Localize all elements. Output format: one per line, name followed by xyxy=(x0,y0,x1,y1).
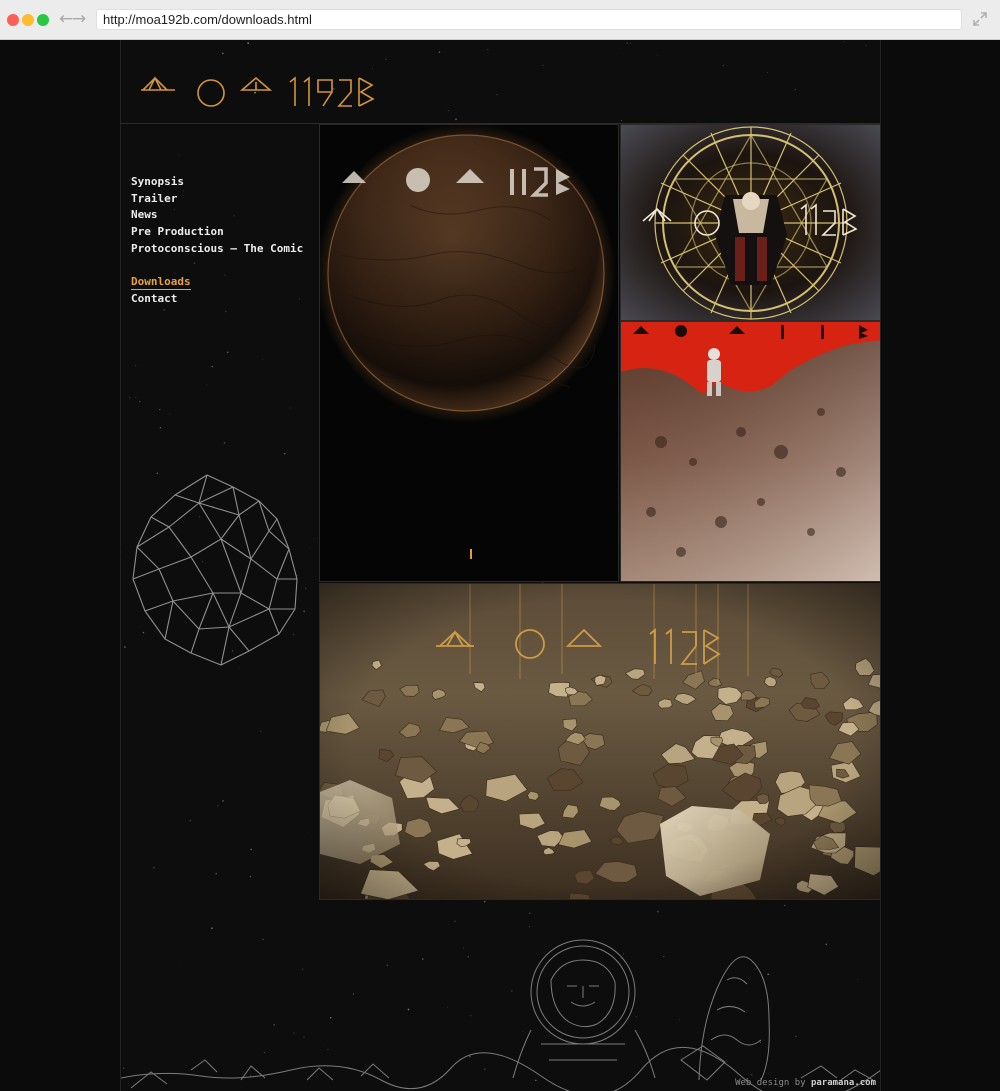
nav-item-comic[interactable]: Protoconscious — The Comic xyxy=(131,241,303,258)
forward-arrow-icon[interactable]: → xyxy=(72,9,86,29)
site-header xyxy=(121,40,880,124)
download-portal-poster[interactable] xyxy=(620,124,880,321)
moa192b-logo[interactable] xyxy=(139,48,379,122)
main-nav: Synopsis Trailer News Pre Production Pro… xyxy=(131,174,303,308)
nav-item-label: Synopsis xyxy=(131,175,184,188)
download-planet-poster[interactable] xyxy=(319,124,619,582)
astronaut-image xyxy=(621,322,880,581)
download-astronaut-poster[interactable] xyxy=(620,321,880,582)
nav-item-pre-production[interactable]: Pre Production xyxy=(131,224,303,241)
nav-item-downloads[interactable]: Downloads xyxy=(131,274,303,291)
downloads-gallery xyxy=(319,124,880,900)
wireframe-polyhedron-icon xyxy=(132,474,298,666)
address-bar[interactable]: http://moa192b.com/downloads.html xyxy=(96,9,962,30)
nav-item-label: Pre Production xyxy=(131,225,224,239)
minimize-window-button[interactable] xyxy=(22,14,34,26)
fullscreen-icon[interactable] xyxy=(972,11,988,27)
astronaut-line-art-illustration xyxy=(121,939,880,1091)
browser-toolbar: ← → http://moa192b.com/downloads.html xyxy=(0,0,1000,40)
site-container: Synopsis Trailer News Pre Production Pro… xyxy=(120,40,881,1091)
download-rocky-landscape-wallpaper[interactable] xyxy=(319,583,880,900)
nav-item-label: Protoconscious — The Comic xyxy=(131,241,304,255)
nav-item-trailer[interactable]: Trailer xyxy=(131,191,303,208)
nav-item-label: News xyxy=(131,208,158,222)
nav-item-news[interactable]: News xyxy=(131,207,303,224)
nav-item-label: Contact xyxy=(131,291,178,305)
zoom-window-button[interactable] xyxy=(37,14,49,26)
nav-item-label: Trailer xyxy=(131,191,178,205)
credit-prefix: Web design by xyxy=(735,1078,806,1088)
portal-image xyxy=(621,125,880,320)
rocky-landscape-image xyxy=(320,584,880,899)
planet-image xyxy=(320,125,618,581)
nav-item-contact[interactable]: Contact xyxy=(131,291,303,308)
close-window-button[interactable] xyxy=(7,14,19,26)
footer-credit: Web design by paramana.com xyxy=(735,1078,876,1088)
sidebar: Synopsis Trailer News Pre Production Pro… xyxy=(121,124,319,899)
nav-item-label: Downloads xyxy=(131,275,191,291)
nav-item-synopsis[interactable]: Synopsis xyxy=(131,174,303,191)
credit-link[interactable]: paramana.com xyxy=(811,1078,876,1088)
